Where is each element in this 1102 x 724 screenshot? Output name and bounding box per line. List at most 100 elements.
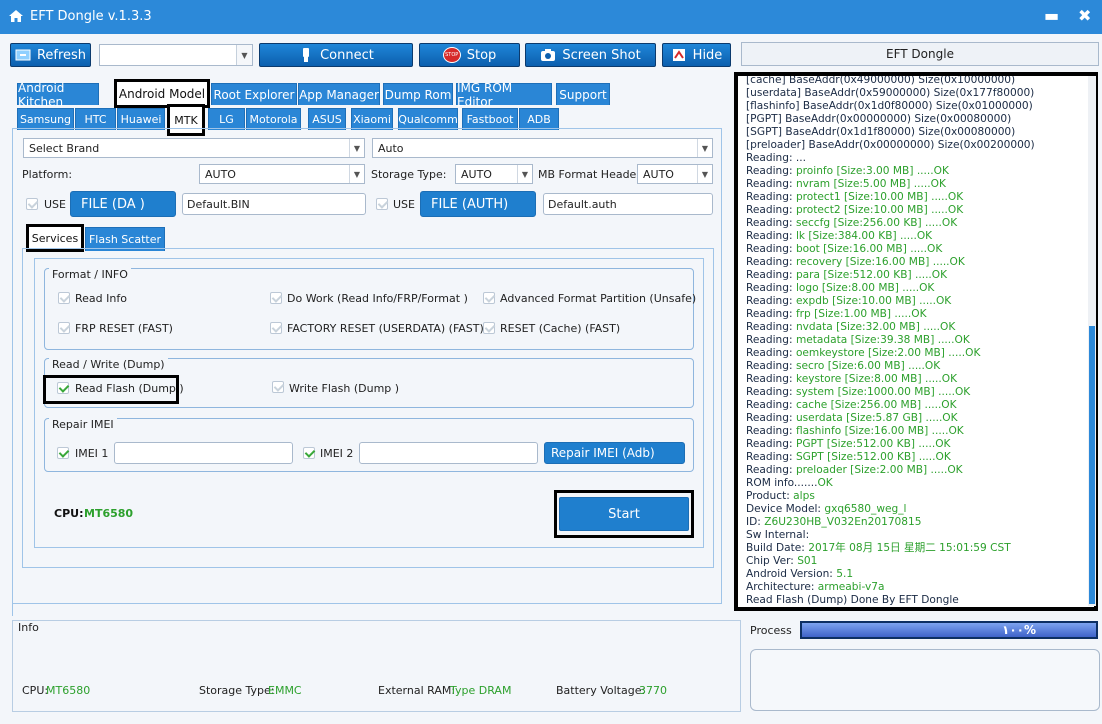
- log-prefix: Reading:: [746, 165, 796, 177]
- chevron-down-icon[interactable]: ▼: [349, 165, 364, 183]
- storage-type-select[interactable]: AUTO ▼: [455, 164, 533, 184]
- auth-file-input[interactable]: Default.auth: [543, 193, 713, 215]
- tab-htc[interactable]: HTC: [75, 108, 116, 130]
- scroll-thumb[interactable]: [1089, 326, 1095, 604]
- log-prefix: Reading:: [746, 373, 796, 385]
- log-value: secro [Size:6.00 MB] .....OK: [795, 360, 941, 372]
- chevron-down-icon[interactable]: ▼: [697, 165, 712, 183]
- port-select[interactable]: ▼: [99, 44, 253, 66]
- log-line: Reading: logo [Size:8.00 MB] .....OK: [746, 282, 1086, 295]
- log-prefix: Reading:: [746, 399, 796, 411]
- hide-icon: [672, 49, 685, 61]
- model-select[interactable]: Auto ▼: [372, 138, 713, 158]
- tab-support[interactable]: Support: [556, 83, 610, 105]
- da-file-input[interactable]: Default.BIN: [182, 193, 366, 215]
- log-value: metadata [Size:39.38 MB] .....OK: [795, 334, 970, 346]
- home-icon: [9, 10, 23, 22]
- log-prefix: [flashinfo] BaseAddr(0x1d0f80000) Size(0…: [746, 100, 1033, 112]
- log-line: [SGPT] BaseAddr(0x1d1f80000) Size(0x0008…: [746, 126, 1086, 139]
- do-work-checkbox[interactable]: [270, 292, 282, 304]
- log-prefix: Reading:: [746, 438, 796, 450]
- screenshot-button[interactable]: Screen Shot: [525, 43, 656, 67]
- use-auth-checkbox[interactable]: [376, 198, 388, 210]
- stop-icon: STOP: [442, 47, 461, 63]
- log-prefix: ROM info.......: [746, 477, 818, 489]
- close-button[interactable]: ✖: [1078, 6, 1091, 25]
- log-value: preloader [Size:2.00 MB] .....OK: [795, 464, 963, 476]
- use-da-checkbox[interactable]: [26, 198, 38, 210]
- log-prefix: Architecture:: [746, 581, 818, 593]
- info-battery-label: Battery Voltage:: [556, 684, 646, 697]
- read-info-checkbox[interactable]: [58, 292, 70, 304]
- imei2-label: IMEI 2: [320, 447, 354, 460]
- tab-samsung[interactable]: Samsung: [17, 108, 74, 130]
- tab-huawei[interactable]: Huawei: [117, 108, 165, 130]
- factory-reset-label: FACTORY RESET (USERDATA) (FAST): [287, 322, 484, 335]
- use-auth-label: USE: [393, 198, 415, 211]
- refresh-icon: [15, 49, 31, 61]
- frp-reset-checkbox[interactable]: [58, 322, 70, 334]
- log-line: Reading: para [Size:512.00 KB] .....OK: [746, 269, 1086, 282]
- tab-img-rom-editor[interactable]: IMG ROM Editor: [456, 81, 552, 109]
- log-value: OK: [817, 477, 833, 489]
- refresh-button[interactable]: Refresh: [10, 43, 91, 67]
- connect-button[interactable]: Connect: [259, 43, 413, 67]
- log-prefix: Build Date:: [746, 542, 809, 554]
- chevron-down-icon[interactable]: ▼: [349, 139, 364, 157]
- tab-motorola[interactable]: Motorola: [246, 108, 301, 130]
- chevron-down-icon[interactable]: ▼: [517, 165, 532, 183]
- camera-icon: [541, 49, 556, 61]
- log-line: Reading: metadata [Size:39.38 MB] .....O…: [746, 334, 1086, 347]
- log-line: Reading: boot [Size:16.00 MB] .....OK: [746, 243, 1086, 256]
- log-value: recovery [Size:16.00 MB] .....OK: [795, 256, 965, 268]
- platform-select[interactable]: AUTO ▼: [199, 164, 365, 184]
- mb-format-select[interactable]: AUTO ▼: [637, 164, 713, 184]
- tab-android-kitchen[interactable]: Android Kitchen: [17, 81, 99, 109]
- log-line: [preloader] BaseAddr(0x00000000) Size(0x…: [746, 139, 1086, 152]
- read-flash-checkbox[interactable]: [57, 382, 69, 394]
- info-cpu-label: CPU:: [22, 684, 49, 697]
- hide-button[interactable]: Hide: [662, 43, 731, 67]
- log-scrollbar[interactable]: [1088, 76, 1096, 606]
- tab-asus[interactable]: ASUS: [308, 108, 346, 130]
- imei1-input[interactable]: [114, 442, 293, 464]
- tab-root-explorer[interactable]: Root Explorer: [211, 83, 297, 105]
- file-da-button[interactable]: FILE (DA ): [70, 191, 176, 217]
- advanced-format-checkbox[interactable]: [483, 292, 495, 304]
- minimize-button[interactable]: ▬: [1044, 6, 1059, 25]
- repair-imei-button[interactable]: Repair IMEI (Adb): [544, 442, 685, 464]
- repair-imei-title: Repair IMEI: [49, 418, 117, 431]
- tab-adb[interactable]: ADB: [519, 108, 559, 130]
- file-auth-button[interactable]: FILE (AUTH): [420, 191, 536, 217]
- log-prefix: Reading:: [746, 360, 796, 372]
- log-line: Reading: lk [Size:384.00 KB] .....OK: [746, 230, 1086, 243]
- log-line: Reading: keystore [Size:8.00 MB] .....OK: [746, 373, 1086, 386]
- reset-cache-checkbox[interactable]: [483, 322, 495, 334]
- log-prefix: ID:: [746, 516, 765, 528]
- tab-xiaomi[interactable]: Xiaomi: [351, 108, 393, 130]
- cpu-value: MT6580: [84, 507, 134, 520]
- brand-select[interactable]: Select Brand ▼: [23, 138, 365, 158]
- chevron-down-icon[interactable]: ▼: [697, 139, 712, 157]
- imei2-checkbox[interactable]: [303, 447, 315, 459]
- imei2-input[interactable]: [359, 442, 538, 464]
- log-prefix: [SGPT] BaseAddr(0x1d1f80000) Size(0x0008…: [746, 126, 1016, 138]
- chevron-down-icon[interactable]: ▼: [236, 45, 252, 65]
- tab-app-manager[interactable]: App Manager: [298, 83, 380, 105]
- log-line: Sw Internal:: [746, 529, 1086, 542]
- tab-lg[interactable]: LG: [208, 108, 245, 130]
- log-prefix: Reading:: [746, 204, 796, 216]
- log-prefix: Device Model:: [746, 503, 825, 515]
- stop-button[interactable]: STOP Stop: [419, 43, 520, 67]
- start-button[interactable]: Start: [559, 497, 689, 531]
- tab-qualcomm[interactable]: Qualcomm: [398, 108, 458, 130]
- factory-reset-checkbox[interactable]: [270, 322, 282, 334]
- tab-dump-rom[interactable]: Dump Rom: [383, 83, 453, 105]
- write-flash-checkbox[interactable]: [272, 381, 284, 393]
- imei1-checkbox[interactable]: [57, 447, 69, 459]
- tab-fastboot[interactable]: Fastboot: [462, 108, 518, 130]
- log-prefix: Chip Ver:: [746, 555, 798, 567]
- log-line: Read Flash (Dump) Done By EFT Dongle: [746, 594, 1086, 607]
- panel-divider: [12, 604, 13, 616]
- write-flash-label: Write Flash (Dump ): [289, 382, 400, 395]
